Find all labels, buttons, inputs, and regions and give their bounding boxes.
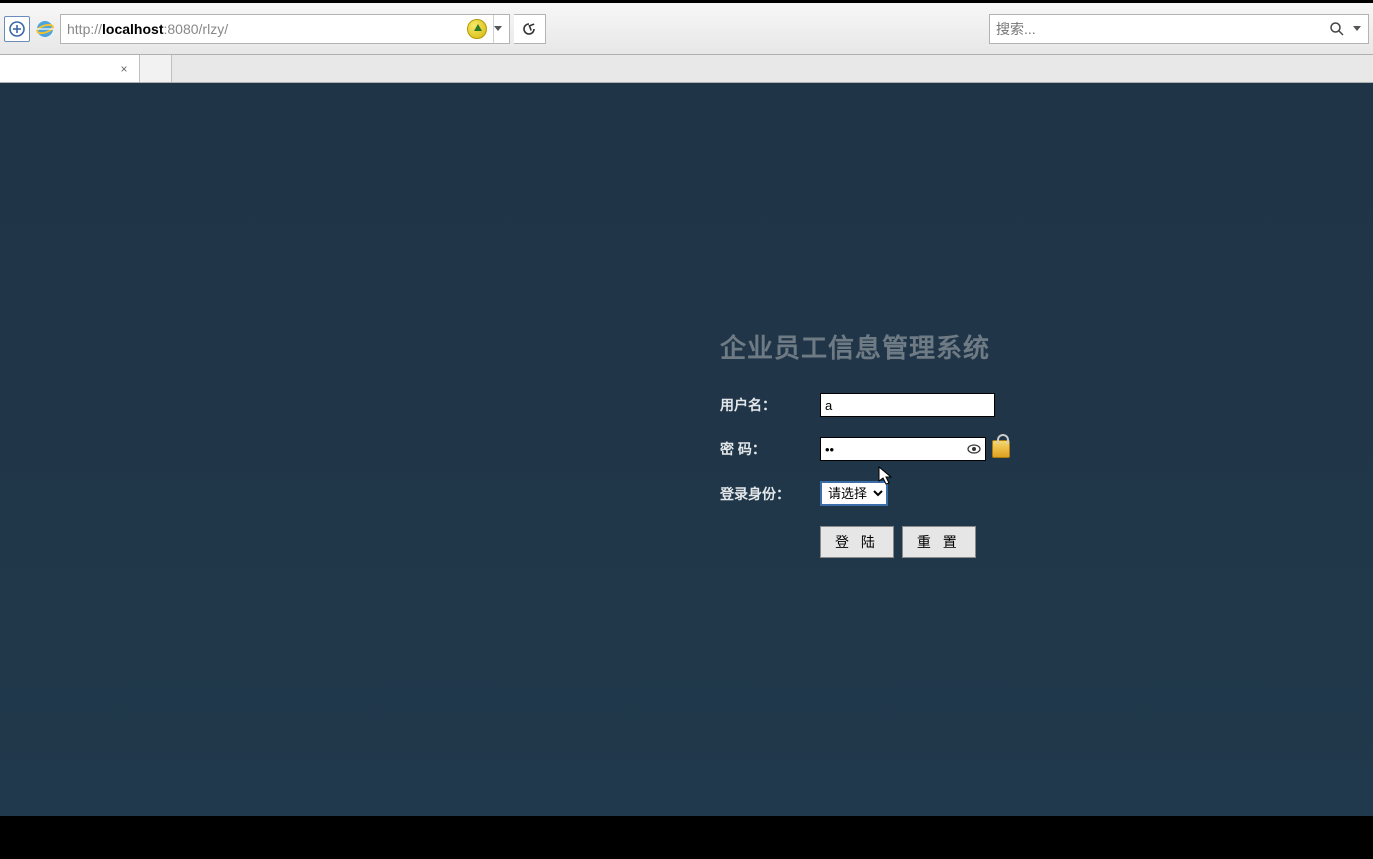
tab-close-button[interactable]: ×: [117, 62, 131, 76]
os-taskbar: [0, 816, 1373, 859]
eye-icon: [967, 444, 981, 454]
address-dropdown[interactable]: [493, 15, 503, 43]
app-title: 企业员工信息管理系统: [720, 328, 1050, 365]
credential-manager-button[interactable]: [992, 440, 1010, 458]
password-label: 密 码：: [720, 439, 820, 459]
new-tab-button[interactable]: [140, 55, 172, 82]
password-row: 密 码：: [720, 437, 1050, 461]
chevron-down-icon: [494, 26, 502, 31]
address-bar[interactable]: http://localhost:8080/rlzy/: [60, 14, 510, 44]
browser-search-input[interactable]: [996, 21, 1326, 37]
search-button[interactable]: [1326, 18, 1348, 40]
refresh-icon: [521, 21, 537, 37]
browser-toolbar: http://localhost:8080/rlzy/: [0, 3, 1373, 55]
refresh-button[interactable]: [514, 14, 546, 44]
role-row: 登录身份： 请选择: [720, 481, 1050, 506]
page-viewport: 企业员工信息管理系统 用户名： 密 码： 登录身份：: [0, 83, 1373, 816]
password-input[interactable]: [820, 437, 986, 461]
addon-indicator-icon[interactable]: [467, 19, 487, 39]
login-button[interactable]: 登 陆: [820, 526, 894, 558]
role-label: 登录身份：: [720, 484, 820, 504]
button-row: 登 陆 重 置: [720, 526, 1050, 558]
login-form: 企业员工信息管理系统 用户名： 密 码： 登录身份：: [720, 328, 1050, 558]
tab-strip: ×: [0, 55, 1373, 83]
role-select[interactable]: 请选择: [820, 481, 888, 506]
search-options-dropdown[interactable]: [1352, 15, 1362, 43]
username-label: 用户名：: [720, 395, 820, 415]
magnifier-icon: [1329, 21, 1345, 37]
target-plus-icon: [8, 20, 26, 38]
address-text: http://localhost:8080/rlzy/: [67, 21, 467, 37]
username-input[interactable]: [820, 393, 995, 417]
reveal-password-button[interactable]: [966, 441, 982, 457]
reset-button[interactable]: 重 置: [902, 526, 976, 558]
username-row: 用户名：: [720, 393, 1050, 417]
browser-tab[interactable]: ×: [0, 55, 140, 82]
chevron-down-icon: [1353, 26, 1361, 31]
browser-search-bar[interactable]: [989, 14, 1369, 44]
ie-logo-icon: [34, 18, 56, 40]
compat-view-button[interactable]: [4, 16, 30, 42]
